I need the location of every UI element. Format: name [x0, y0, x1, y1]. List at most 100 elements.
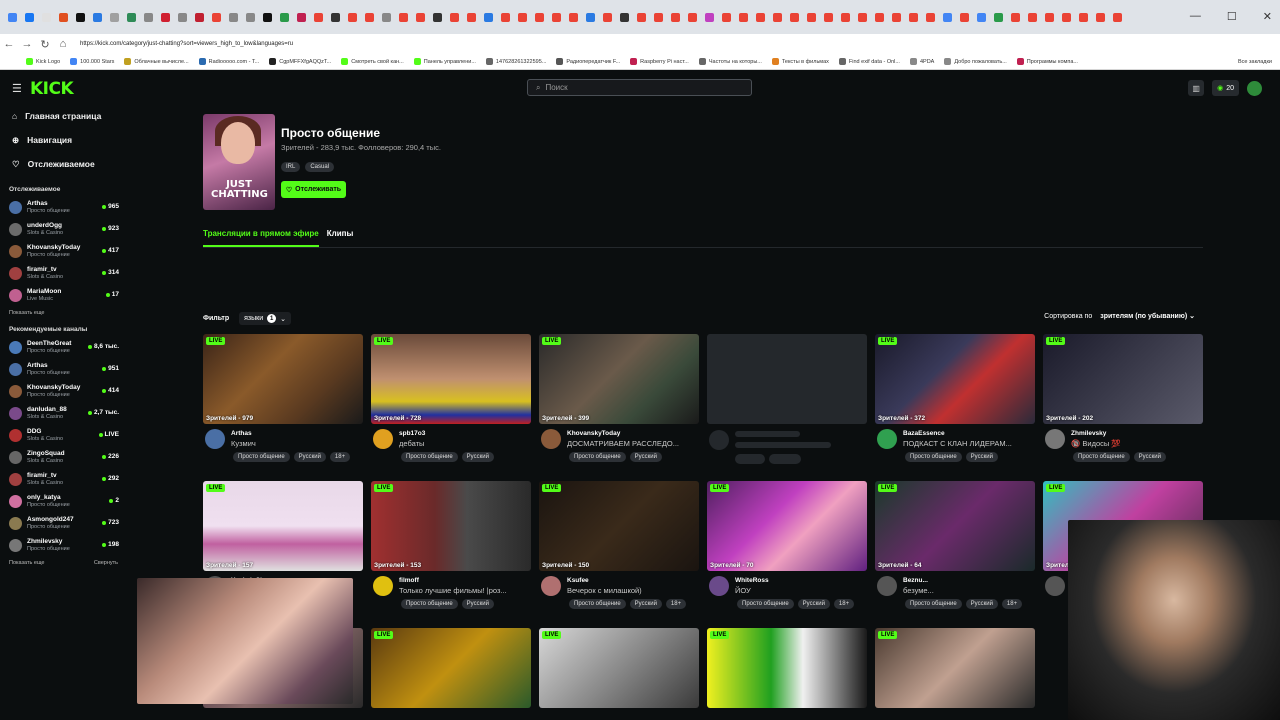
sidebar-channel[interactable]: Asmongold247 Просто общение 723: [0, 512, 128, 534]
sidebar-channel[interactable]: MariaMoon Live Music 17: [0, 284, 128, 306]
bookmark-item[interactable]: 100.000 Stars: [70, 58, 114, 65]
browser-tab[interactable]: [889, 9, 905, 25]
browser-tab[interactable]: [770, 9, 786, 25]
sidebar-nav-item[interactable]: ⌂ Главная страница: [0, 104, 128, 128]
browser-tab[interactable]: [209, 9, 225, 25]
channel-name[interactable]: KhovanskyToday: [567, 429, 697, 438]
browser-tab[interactable]: [906, 9, 922, 25]
browser-tab[interactable]: [617, 9, 633, 25]
stream-tag[interactable]: 18+: [1001, 599, 1023, 609]
stream-tag[interactable]: Просто общение: [401, 599, 458, 609]
stream-title[interactable]: Только лучшие фильмы! |роз...: [399, 585, 529, 596]
stream-card[interactable]: LIVE Зрителей - 70 WhiteRoss ЙОУ Просто …: [707, 481, 867, 609]
stream-thumbnail[interactable]: LIVE: [875, 628, 1035, 708]
stream-tag[interactable]: 18+: [833, 599, 855, 609]
browser-tab[interactable]: [549, 9, 565, 25]
stream-tag[interactable]: Просто общение: [905, 599, 962, 609]
stream-tag[interactable]: Русский: [1133, 452, 1166, 462]
show-more-link[interactable]: Показать еще: [9, 560, 45, 566]
stream-tag[interactable]: Русский: [629, 599, 662, 609]
browser-tab[interactable]: [73, 9, 89, 25]
bookmark-item[interactable]: CgpMFFXfgAQQzT...: [269, 58, 331, 65]
browser-tab[interactable]: [923, 9, 939, 25]
channel-name[interactable]: Ksufee: [567, 576, 697, 585]
browser-tab[interactable]: [872, 9, 888, 25]
stream-card[interactable]: LIVE Зрителей - 64 Beznu... безуме... Пр…: [875, 481, 1035, 609]
stream-card[interactable]: LIVE Зрителей - 979 Arthas Кузмич Просто…: [203, 334, 363, 462]
browser-tab[interactable]: [651, 9, 667, 25]
browser-tab[interactable]: [940, 9, 956, 25]
reload-icon[interactable]: ↻: [36, 38, 54, 51]
bookmark-item[interactable]: Тексты в фильмах: [771, 58, 829, 65]
browser-tab[interactable]: [192, 9, 208, 25]
stream-card[interactable]: LIVE Зрителей - 150 Ksufee Вечерок с мил…: [539, 481, 699, 609]
browser-tab[interactable]: [311, 9, 327, 25]
bookmark-item[interactable]: Частоты на которы...: [698, 58, 762, 65]
sidebar-channel[interactable]: KhovanskyToday Просто общение 417: [0, 240, 128, 262]
avatar[interactable]: [205, 429, 225, 449]
browser-tab[interactable]: [787, 9, 803, 25]
stream-thumbnail[interactable]: LIVE: [539, 628, 699, 708]
stream-thumbnail[interactable]: LIVE Зрителей - 64: [875, 481, 1035, 571]
channel-name[interactable]: spb17o3: [399, 429, 529, 438]
browser-tab[interactable]: [668, 9, 684, 25]
browser-tab[interactable]: [141, 9, 157, 25]
browser-tab[interactable]: [362, 9, 378, 25]
browser-tab[interactable]: [396, 9, 412, 25]
stream-card[interactable]: LIVE Зрителей - 728 spb17o3 дебаты Прост…: [371, 334, 531, 462]
sidebar-channel[interactable]: danludan_88 Slots & Casino 2,7 тыс.: [0, 402, 128, 424]
browser-tab[interactable]: [634, 9, 650, 25]
tab-clips[interactable]: Клипы: [327, 229, 354, 247]
bookmark-item[interactable]: Программы компа...: [1016, 58, 1078, 65]
layout-icon[interactable]: ▥: [1188, 80, 1205, 96]
stream-tag[interactable]: Просто общение: [401, 452, 458, 462]
browser-tab[interactable]: [226, 9, 242, 25]
sidebar-nav-item[interactable]: ⊕ Навигация: [0, 128, 128, 152]
stream-tag[interactable]: Русский: [461, 452, 494, 462]
sidebar-channel[interactable]: firamir_tv Slots & Casino 314: [0, 262, 128, 284]
stream-title[interactable]: Вечерок с милашкой): [567, 585, 697, 596]
stream-tag[interactable]: 18+: [329, 452, 351, 462]
avatar[interactable]: [709, 576, 729, 596]
show-more-link[interactable]: Показать еще: [9, 310, 45, 316]
sidebar-channel[interactable]: DDG Slots & Casino LIVE: [0, 424, 128, 446]
browser-tab[interactable]: [532, 9, 548, 25]
stream-tag[interactable]: Просто общение: [569, 599, 626, 609]
avatar[interactable]: [373, 576, 393, 596]
browser-tab[interactable]: [481, 9, 497, 25]
stream-tag[interactable]: Русский: [965, 452, 998, 462]
stream-thumbnail[interactable]: LIVE Зрителей - 979: [203, 334, 363, 424]
avatar[interactable]: [373, 429, 393, 449]
browser-tab[interactable]: [90, 9, 106, 25]
browser-tab[interactable]: [583, 9, 599, 25]
stream-title[interactable]: 🔞 Видосы 💯: [1071, 438, 1201, 449]
sidebar-channel[interactable]: Zhmilevsky Просто общение 198: [0, 534, 128, 556]
stream-tag[interactable]: Русский: [797, 599, 830, 609]
avatar[interactable]: [877, 429, 897, 449]
menu-icon[interactable]: ☰: [12, 82, 22, 95]
browser-tab[interactable]: [991, 9, 1007, 25]
tab-live[interactable]: Трансляции в прямом эфире: [203, 229, 319, 247]
bookmark-item[interactable]: Облачные вычисле...: [124, 58, 189, 65]
browser-tab[interactable]: [974, 9, 990, 25]
browser-tab[interactable]: [413, 9, 429, 25]
stream-title[interactable]: дебаты: [399, 438, 529, 449]
stream-tag[interactable]: Просто общение: [905, 452, 962, 462]
bookmark-item[interactable]: Радиопередатчик F...: [556, 58, 620, 65]
browser-tab[interactable]: [753, 9, 769, 25]
language-filter[interactable]: языки 1 ⌄: [239, 312, 292, 325]
browser-tab[interactable]: [855, 9, 871, 25]
stream-card[interactable]: LIVE Зрителей - 372 BazaEssence ПОДКАСТ …: [875, 334, 1035, 462]
bookmark-item[interactable]: Radiooooo.com - T...: [198, 58, 259, 65]
browser-tab[interactable]: [158, 9, 174, 25]
stream-title[interactable]: ЙОУ: [735, 585, 865, 596]
browser-tab[interactable]: [600, 9, 616, 25]
stream-card[interactable]: LIVE Зрителей - 202 Zhmilevsky 🔞 Видосы …: [1043, 334, 1203, 462]
stream-card[interactable]: LIVE Зрителей - 399 KhovanskyToday ДОСМА…: [539, 334, 699, 462]
sidebar-channel[interactable]: Arthas Просто общение 965: [0, 196, 128, 218]
bookmark-item[interactable]: Raspberry Pi наст...: [630, 58, 689, 65]
stream-thumbnail[interactable]: LIVE Зрителей - 202: [1043, 334, 1203, 424]
maximize-icon[interactable]: ☐: [1227, 10, 1237, 23]
browser-tab[interactable]: [243, 9, 259, 25]
browser-tab[interactable]: [39, 9, 55, 25]
